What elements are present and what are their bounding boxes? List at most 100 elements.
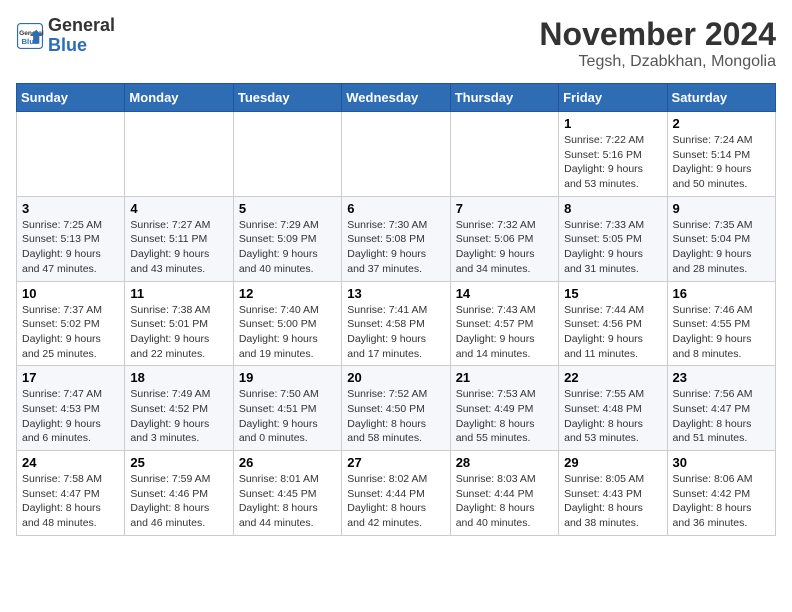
- day-info: Sunrise: 8:02 AM Sunset: 4:44 PM Dayligh…: [347, 472, 444, 531]
- day-info: Sunrise: 7:50 AM Sunset: 4:51 PM Dayligh…: [239, 387, 336, 446]
- day-info: Sunrise: 7:38 AM Sunset: 5:01 PM Dayligh…: [130, 303, 227, 362]
- day-number: 9: [673, 201, 770, 216]
- day-info: Sunrise: 7:47 AM Sunset: 4:53 PM Dayligh…: [22, 387, 119, 446]
- day-info: Sunrise: 7:55 AM Sunset: 4:48 PM Dayligh…: [564, 387, 661, 446]
- day-number: 15: [564, 286, 661, 301]
- day-cell: 18 Sunrise: 7:49 AM Sunset: 4:52 PM Dayli…: [125, 366, 233, 451]
- day-info: Sunrise: 7:22 AM Sunset: 5:16 PM Dayligh…: [564, 133, 661, 192]
- weekday-tuesday: Tuesday: [233, 84, 341, 112]
- day-number: 10: [22, 286, 119, 301]
- calendar-body: 1 Sunrise: 7:22 AM Sunset: 5:16 PM Daylig…: [17, 112, 776, 536]
- day-info: Sunrise: 7:43 AM Sunset: 4:57 PM Dayligh…: [456, 303, 553, 362]
- day-cell: [233, 112, 341, 197]
- day-info: Sunrise: 7:33 AM Sunset: 5:05 PM Dayligh…: [564, 218, 661, 277]
- day-info: Sunrise: 8:06 AM Sunset: 4:42 PM Dayligh…: [673, 472, 770, 531]
- month-title: November 2024: [539, 16, 776, 53]
- day-info: Sunrise: 7:49 AM Sunset: 4:52 PM Dayligh…: [130, 387, 227, 446]
- day-cell: 23 Sunrise: 7:56 AM Sunset: 4:47 PM Dayli…: [667, 366, 775, 451]
- day-info: Sunrise: 7:52 AM Sunset: 4:50 PM Dayligh…: [347, 387, 444, 446]
- week-row-1: 1 Sunrise: 7:22 AM Sunset: 5:16 PM Daylig…: [17, 112, 776, 197]
- day-cell: [125, 112, 233, 197]
- day-info: Sunrise: 7:27 AM Sunset: 5:11 PM Dayligh…: [130, 218, 227, 277]
- day-cell: 8 Sunrise: 7:33 AM Sunset: 5:05 PM Daylig…: [559, 196, 667, 281]
- day-cell: 22 Sunrise: 7:55 AM Sunset: 4:48 PM Dayli…: [559, 366, 667, 451]
- weekday-saturday: Saturday: [667, 84, 775, 112]
- day-info: Sunrise: 7:35 AM Sunset: 5:04 PM Dayligh…: [673, 218, 770, 277]
- day-number: 25: [130, 455, 227, 470]
- day-cell: 11 Sunrise: 7:38 AM Sunset: 5:01 PM Dayli…: [125, 281, 233, 366]
- day-info: Sunrise: 7:24 AM Sunset: 5:14 PM Dayligh…: [673, 133, 770, 192]
- day-number: 23: [673, 370, 770, 385]
- day-number: 28: [456, 455, 553, 470]
- day-cell: 30 Sunrise: 8:06 AM Sunset: 4:42 PM Dayli…: [667, 451, 775, 536]
- day-cell: 9 Sunrise: 7:35 AM Sunset: 5:04 PM Daylig…: [667, 196, 775, 281]
- calendar-table: SundayMondayTuesdayWednesdayThursdayFrid…: [16, 83, 776, 536]
- day-number: 24: [22, 455, 119, 470]
- day-number: 13: [347, 286, 444, 301]
- day-number: 1: [564, 116, 661, 131]
- day-number: 12: [239, 286, 336, 301]
- logo-icon: General Blue: [16, 22, 44, 50]
- weekday-header-row: SundayMondayTuesdayWednesdayThursdayFrid…: [17, 84, 776, 112]
- day-info: Sunrise: 7:30 AM Sunset: 5:08 PM Dayligh…: [347, 218, 444, 277]
- weekday-thursday: Thursday: [450, 84, 558, 112]
- day-number: 3: [22, 201, 119, 216]
- day-cell: 10 Sunrise: 7:37 AM Sunset: 5:02 PM Dayli…: [17, 281, 125, 366]
- day-cell: 27 Sunrise: 8:02 AM Sunset: 4:44 PM Dayli…: [342, 451, 450, 536]
- day-cell: 17 Sunrise: 7:47 AM Sunset: 4:53 PM Dayli…: [17, 366, 125, 451]
- day-cell: 5Sunrise: 7:29 AM Sunset: 5:09 PM Daylig…: [233, 196, 341, 281]
- day-cell: 25 Sunrise: 7:59 AM Sunset: 4:46 PM Dayli…: [125, 451, 233, 536]
- day-number: 11: [130, 286, 227, 301]
- day-info: Sunrise: 7:59 AM Sunset: 4:46 PM Dayligh…: [130, 472, 227, 531]
- day-number: 14: [456, 286, 553, 301]
- day-cell: [342, 112, 450, 197]
- day-cell: [450, 112, 558, 197]
- day-number: 30: [673, 455, 770, 470]
- day-number: 2: [673, 116, 770, 131]
- day-cell: 1 Sunrise: 7:22 AM Sunset: 5:16 PM Daylig…: [559, 112, 667, 197]
- day-number: 8: [564, 201, 661, 216]
- weekday-monday: Monday: [125, 84, 233, 112]
- day-info: Sunrise: 7:46 AM Sunset: 4:55 PM Dayligh…: [673, 303, 770, 362]
- day-cell: 12Sunrise: 7:40 AM Sunset: 5:00 PM Dayli…: [233, 281, 341, 366]
- day-info: Sunrise: 7:37 AM Sunset: 5:02 PM Dayligh…: [22, 303, 119, 362]
- week-row-4: 17 Sunrise: 7:47 AM Sunset: 4:53 PM Dayli…: [17, 366, 776, 451]
- day-info: Sunrise: 7:41 AM Sunset: 4:58 PM Dayligh…: [347, 303, 444, 362]
- day-cell: 7 Sunrise: 7:32 AM Sunset: 5:06 PM Daylig…: [450, 196, 558, 281]
- day-cell: 21Sunrise: 7:53 AM Sunset: 4:49 PM Dayli…: [450, 366, 558, 451]
- day-cell: 13 Sunrise: 7:41 AM Sunset: 4:58 PM Dayli…: [342, 281, 450, 366]
- weekday-sunday: Sunday: [17, 84, 125, 112]
- day-number: 16: [673, 286, 770, 301]
- logo-text: General Blue: [48, 16, 115, 56]
- week-row-2: 3 Sunrise: 7:25 AM Sunset: 5:13 PM Daylig…: [17, 196, 776, 281]
- day-info: Sunrise: 7:32 AM Sunset: 5:06 PM Dayligh…: [456, 218, 553, 277]
- day-number: 19: [239, 370, 336, 385]
- day-cell: 26Sunrise: 8:01 AM Sunset: 4:45 PM Dayli…: [233, 451, 341, 536]
- day-cell: [17, 112, 125, 197]
- day-info: Sunrise: 7:58 AM Sunset: 4:47 PM Dayligh…: [22, 472, 119, 531]
- day-number: 18: [130, 370, 227, 385]
- week-row-5: 24 Sunrise: 7:58 AM Sunset: 4:47 PM Dayli…: [17, 451, 776, 536]
- day-number: 21: [456, 370, 553, 385]
- week-row-3: 10 Sunrise: 7:37 AM Sunset: 5:02 PM Dayli…: [17, 281, 776, 366]
- day-number: 22: [564, 370, 661, 385]
- day-cell: 28Sunrise: 8:03 AM Sunset: 4:44 PM Dayli…: [450, 451, 558, 536]
- day-info: Sunrise: 8:01 AM Sunset: 4:45 PM Dayligh…: [239, 472, 336, 531]
- day-cell: 14 Sunrise: 7:43 AM Sunset: 4:57 PM Dayli…: [450, 281, 558, 366]
- day-number: 27: [347, 455, 444, 470]
- title-block: November 2024 Tegsh, Dzabkhan, Mongolia: [539, 16, 776, 71]
- day-number: 17: [22, 370, 119, 385]
- day-info: Sunrise: 8:05 AM Sunset: 4:43 PM Dayligh…: [564, 472, 661, 531]
- location-title: Tegsh, Dzabkhan, Mongolia: [539, 53, 776, 71]
- day-cell: 4 Sunrise: 7:27 AM Sunset: 5:11 PM Daylig…: [125, 196, 233, 281]
- day-cell: 15Sunrise: 7:44 AM Sunset: 4:56 PM Dayli…: [559, 281, 667, 366]
- page-header: General Blue General Blue November 2024 …: [16, 16, 776, 71]
- day-number: 4: [130, 201, 227, 216]
- weekday-friday: Friday: [559, 84, 667, 112]
- day-info: Sunrise: 7:25 AM Sunset: 5:13 PM Dayligh…: [22, 218, 119, 277]
- day-number: 29: [564, 455, 661, 470]
- day-number: 7: [456, 201, 553, 216]
- weekday-wednesday: Wednesday: [342, 84, 450, 112]
- day-cell: 19 Sunrise: 7:50 AM Sunset: 4:51 PM Dayli…: [233, 366, 341, 451]
- day-info: Sunrise: 7:56 AM Sunset: 4:47 PM Dayligh…: [673, 387, 770, 446]
